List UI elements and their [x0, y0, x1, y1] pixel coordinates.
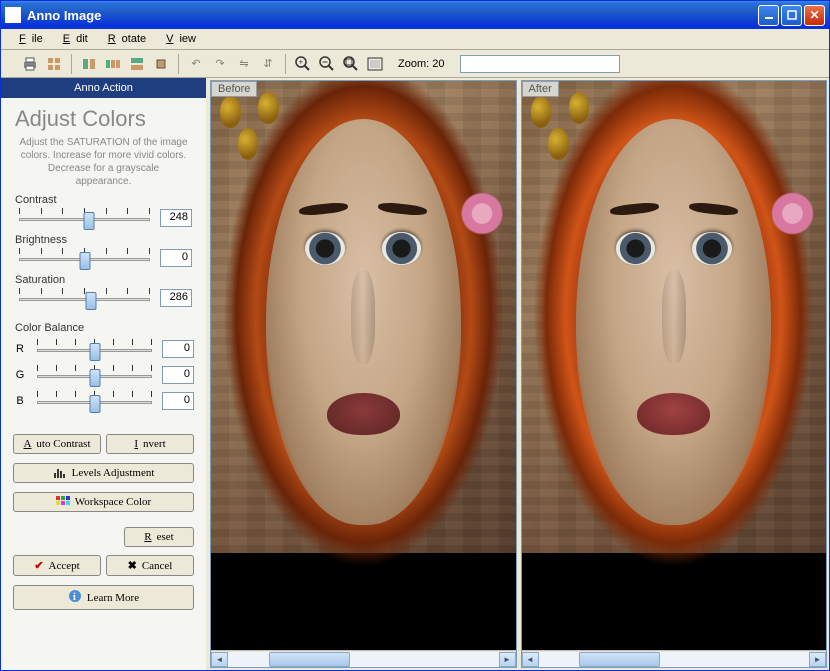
scroll-left-icon[interactable]: ◄ — [211, 652, 228, 667]
panel-title: Adjust Colors — [1, 98, 206, 136]
svg-text:i: i — [73, 592, 76, 603]
rotate-right-icon[interactable]: ↷ — [211, 55, 229, 73]
brightness-label: Brightness — [15, 234, 192, 246]
before-hscrollbar[interactable]: ◄ ► — [211, 650, 516, 667]
toolbar-input[interactable] — [460, 55, 620, 73]
preview-area: Before ◄ — [206, 78, 829, 670]
after-image[interactable] — [522, 81, 827, 650]
g-slider[interactable] — [33, 363, 156, 387]
accept-button[interactable]: ✔ Accept — [13, 555, 101, 576]
menu-edit[interactable]: Edit — [51, 31, 94, 47]
r-value[interactable]: 0 — [162, 340, 194, 358]
b-value[interactable]: 0 — [162, 392, 194, 410]
sidebar: Anno Action Adjust Colors Adjust the SAT… — [1, 78, 206, 670]
brightness-value[interactable]: 0 — [160, 249, 192, 267]
align-icon-2[interactable] — [104, 55, 122, 73]
workspace-color-button[interactable]: Workspace Color — [13, 492, 194, 512]
palette-icon — [56, 496, 70, 508]
b-label: B — [13, 395, 27, 407]
minimize-button[interactable] — [758, 5, 779, 26]
saturation-label: Saturation — [15, 274, 192, 286]
print-icon[interactable] — [21, 55, 39, 73]
check-icon: ✔ — [34, 559, 43, 572]
cancel-button[interactable]: ✖ Cancel — [106, 555, 194, 576]
rotate-left-icon[interactable]: ↶ — [187, 55, 205, 73]
contrast-label: Contrast — [15, 194, 192, 206]
info-icon: i — [68, 589, 82, 606]
before-pane: Before ◄ — [210, 80, 517, 668]
panel-description: Adjust the SATURATION of the image color… — [1, 136, 206, 192]
g-label: G — [13, 369, 27, 381]
auto-contrast-button[interactable]: Auto Contrast — [13, 434, 101, 454]
menu-view[interactable]: View — [154, 31, 202, 47]
svg-text:+: + — [299, 57, 304, 66]
after-hscrollbar[interactable]: ◄ ► — [522, 650, 827, 667]
menubar: File Edit Rotate View — [1, 29, 829, 50]
titlebar: Anno Image ✕ — [1, 1, 829, 29]
toolbar: ↶ ↷ ⇋ ⇵ + Zoom: 20 — [1, 50, 829, 78]
before-image[interactable] — [211, 81, 516, 650]
g-value[interactable]: 0 — [162, 366, 194, 384]
levels-icon — [53, 467, 67, 479]
align-icon-1[interactable] — [80, 55, 98, 73]
zoom-actual-icon[interactable] — [366, 55, 384, 73]
maximize-button[interactable] — [781, 5, 802, 26]
scroll-left-icon[interactable]: ◄ — [522, 652, 539, 667]
align-icon-4[interactable] — [152, 55, 170, 73]
app-window: Anno Image ✕ File Edit Rotate View ↶ ↷ ⇋… — [0, 0, 830, 671]
after-label: After — [522, 81, 559, 97]
menu-file[interactable]: File — [7, 31, 49, 47]
grid-icon[interactable] — [45, 55, 63, 73]
r-slider[interactable] — [33, 337, 156, 361]
saturation-slider[interactable] — [15, 286, 154, 310]
brightness-slider[interactable] — [15, 246, 154, 270]
reset-button[interactable]: Reset — [124, 527, 194, 547]
sidebar-header: Anno Action — [1, 78, 206, 98]
color-balance-label: Color Balance — [15, 322, 192, 334]
b-slider[interactable] — [33, 389, 156, 413]
flip-h-icon[interactable]: ⇋ — [235, 55, 253, 73]
zoom-in-icon[interactable]: + — [294, 55, 312, 73]
scroll-right-icon[interactable]: ► — [809, 652, 826, 667]
zoom-out-icon[interactable] — [318, 55, 336, 73]
menu-rotate[interactable]: Rotate — [96, 31, 152, 47]
window-title: Anno Image — [27, 8, 758, 23]
learn-more-button[interactable]: i Learn More — [13, 585, 194, 610]
zoom-fit-icon[interactable] — [342, 55, 360, 73]
close-button[interactable]: ✕ — [804, 5, 825, 26]
after-pane: After ◄ — [521, 80, 828, 668]
invert-button[interactable]: Invert — [106, 434, 194, 454]
levels-button[interactable]: Levels Adjustment — [13, 463, 194, 483]
zoom-label: Zoom: 20 — [398, 58, 444, 70]
scroll-right-icon[interactable]: ► — [499, 652, 516, 667]
r-label: R — [13, 343, 27, 355]
contrast-slider[interactable] — [15, 206, 154, 230]
before-label: Before — [211, 81, 257, 97]
align-icon-3[interactable] — [128, 55, 146, 73]
app-icon — [5, 7, 21, 23]
contrast-value[interactable]: 248 — [160, 209, 192, 227]
saturation-value[interactable]: 286 — [160, 289, 192, 307]
x-icon: ✖ — [128, 559, 137, 572]
flip-v-icon[interactable]: ⇵ — [259, 55, 277, 73]
